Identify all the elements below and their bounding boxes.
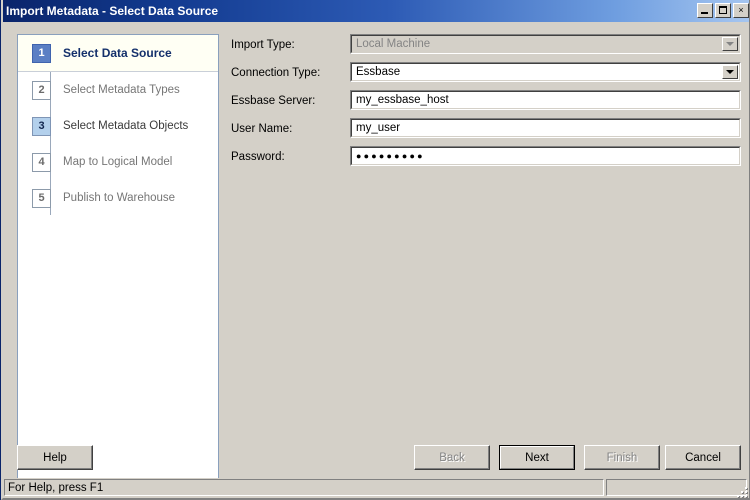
import-type-value: Local Machine	[356, 38, 431, 50]
finish-button-label: Finish	[606, 451, 638, 464]
wizard-step-label: Publish to Warehouse	[63, 192, 176, 204]
user-name-value: my_user	[356, 122, 401, 134]
wizard-step-label: Map to Logical Model	[63, 156, 173, 168]
wizard-step-label: Select Data Source	[63, 46, 172, 60]
minimize-icon	[701, 12, 708, 14]
step-number-badge: 4	[32, 152, 51, 172]
window-title: Import Metadata - Select Data Source	[6, 4, 219, 18]
connection-type-combobox[interactable]: Essbase	[350, 62, 741, 82]
password-label: Password:	[231, 151, 285, 163]
wizard-step-publish-to-warehouse[interactable]: 5 Publish to Warehouse	[18, 180, 218, 216]
connection-type-value: Essbase	[356, 66, 401, 78]
status-message: For Help, press F1	[8, 481, 104, 494]
step-number-badge: 5	[32, 188, 51, 208]
wizard-step-label: Select Metadata Objects	[63, 120, 189, 132]
back-button[interactable]: Back	[414, 445, 490, 470]
import-type-combobox[interactable]: Local Machine	[350, 34, 741, 54]
step-number-badge: 3	[32, 116, 51, 136]
form-row-connection-type: Connection Type: Essbase	[231, 62, 741, 90]
step-number-badge: 2	[32, 80, 51, 100]
form-row-user-name: User Name: my_user	[231, 118, 741, 146]
wizard-step-label: Select Metadata Types	[63, 84, 180, 96]
essbase-server-input[interactable]: my_essbase_host	[350, 90, 741, 110]
form-row-import-type: Import Type: Local Machine	[231, 34, 741, 62]
close-icon: ×	[738, 5, 744, 15]
window-controls: ×	[697, 3, 749, 18]
status-secondary-pane	[606, 479, 747, 496]
connection-type-label: Connection Type:	[231, 67, 321, 79]
wizard-step-list: 1 Select Data Source 2 Select Metadata T…	[17, 34, 219, 480]
dialog-client-area: 1 Select Data Source 2 Select Metadata T…	[3, 22, 749, 480]
dialog-window: Import Metadata - Select Data Source × 1…	[0, 0, 750, 500]
title-bar[interactable]: Import Metadata - Select Data Source ×	[1, 0, 750, 22]
cancel-button[interactable]: Cancel	[665, 445, 741, 470]
back-button-label: Back	[439, 451, 465, 464]
form-row-essbase-server: Essbase Server: my_essbase_host	[231, 90, 741, 118]
resize-grip-icon[interactable]	[735, 485, 747, 497]
password-value: ●●●●●●●●●	[356, 151, 425, 161]
help-button-label: Help	[43, 451, 67, 464]
user-name-input[interactable]: my_user	[350, 118, 741, 138]
cancel-button-label: Cancel	[685, 451, 721, 464]
chevron-down-icon	[726, 70, 734, 74]
status-message-pane: For Help, press F1	[4, 479, 604, 496]
next-button-label: Next	[525, 451, 549, 464]
connection-type-dropdown-button[interactable]	[722, 65, 738, 79]
next-button[interactable]: Next	[499, 445, 575, 470]
chevron-down-icon	[726, 42, 734, 46]
form-row-password: Password: ●●●●●●●●●	[231, 146, 741, 174]
step-number-badge: 1	[32, 43, 51, 63]
user-name-label: User Name:	[231, 123, 293, 135]
wizard-step-select-metadata-objects[interactable]: 3 Select Metadata Objects	[18, 108, 218, 144]
data-source-form: Import Type: Local Machine Connection Ty…	[231, 34, 741, 174]
import-type-label: Import Type:	[231, 39, 295, 51]
maximize-icon	[719, 6, 727, 14]
wizard-step-map-to-logical-model[interactable]: 4 Map to Logical Model	[18, 144, 218, 180]
essbase-server-value: my_essbase_host	[356, 94, 449, 106]
minimize-button[interactable]	[697, 3, 713, 18]
finish-button[interactable]: Finish	[584, 445, 660, 470]
essbase-server-label: Essbase Server:	[231, 95, 316, 107]
password-input[interactable]: ●●●●●●●●●	[350, 146, 741, 166]
status-bar: For Help, press F1	[3, 478, 749, 498]
help-button[interactable]: Help	[17, 445, 93, 470]
wizard-step-select-data-source[interactable]: 1 Select Data Source	[18, 35, 218, 72]
wizard-step-select-metadata-types[interactable]: 2 Select Metadata Types	[18, 72, 218, 108]
close-button[interactable]: ×	[733, 3, 749, 18]
import-type-dropdown-button[interactable]	[722, 37, 738, 51]
maximize-button[interactable]	[715, 3, 731, 18]
